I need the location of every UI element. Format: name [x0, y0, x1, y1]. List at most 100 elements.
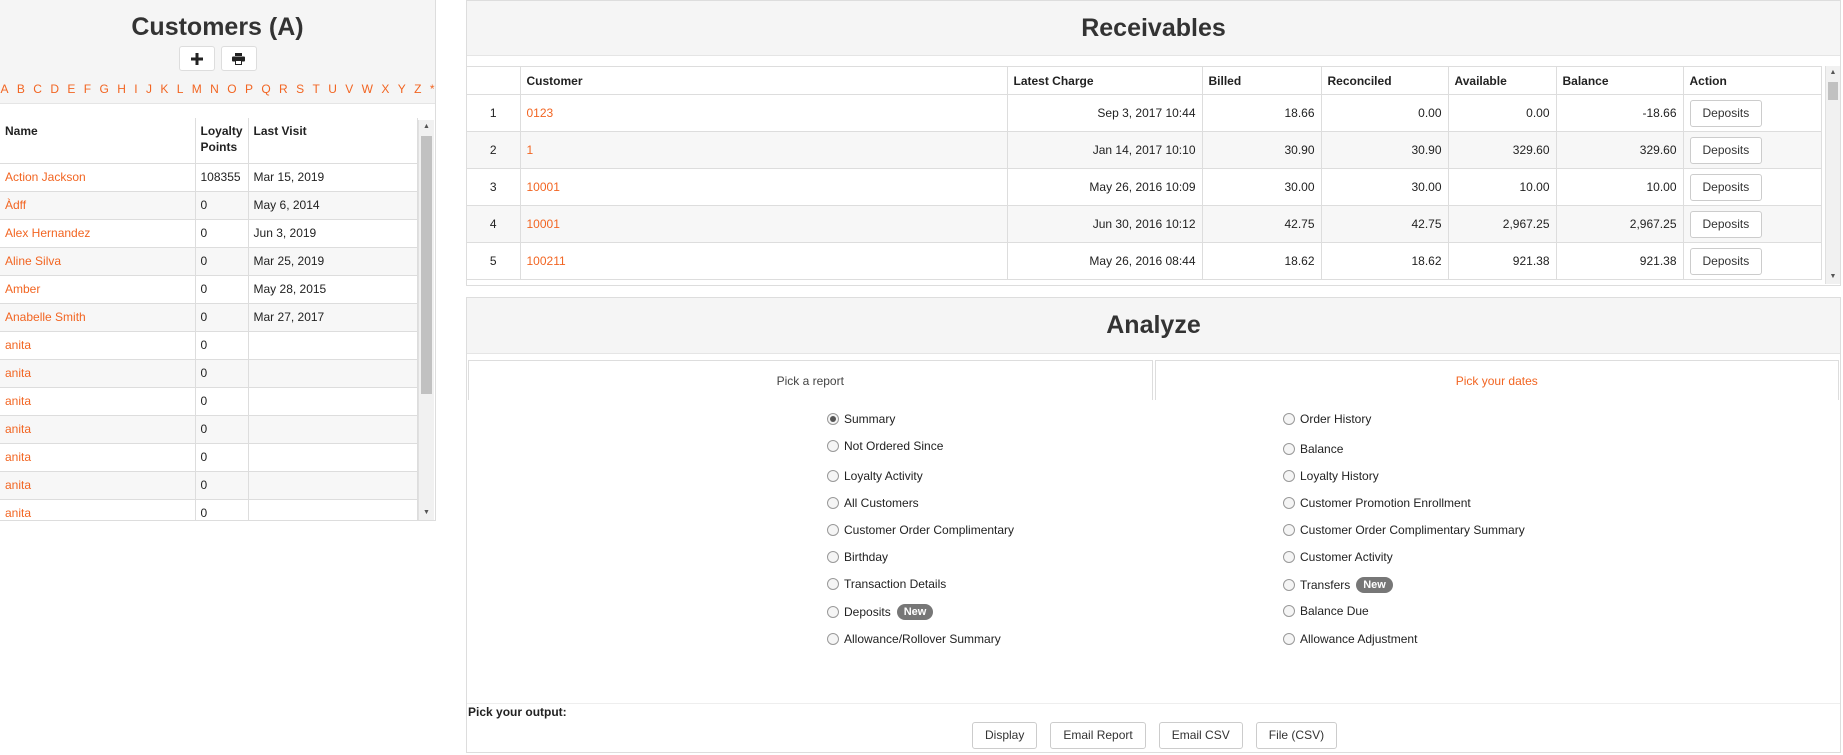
table-row[interactable]: anita 0: [0, 387, 418, 416]
report-option[interactable]: Balance Due: [1283, 604, 1369, 618]
report-option[interactable]: Summary: [827, 412, 895, 426]
alphabet-letter[interactable]: O: [223, 82, 241, 96]
alphabet-letter[interactable]: *: [426, 82, 439, 96]
report-option[interactable]: Allowance Adjustment: [1283, 632, 1417, 646]
alphabet-letter[interactable]: L: [173, 82, 188, 96]
customer-name-link[interactable]: Anabelle Smith: [0, 303, 196, 332]
radio-button[interactable]: [827, 470, 839, 482]
customer-link[interactable]: 0123: [520, 94, 1008, 132]
scroll-up-arrow-icon[interactable]: ▲: [419, 120, 434, 134]
alphabet-letter[interactable]: I: [130, 82, 142, 96]
deposits-button[interactable]: Deposits: [1689, 247, 1763, 275]
customer-name-link[interactable]: Àdff: [0, 191, 196, 220]
alphabet-letter[interactable]: U: [324, 82, 341, 96]
table-row[interactable]: anita 0: [0, 415, 418, 444]
table-row[interactable]: Action Jackson 108355 Mar 15, 2019: [0, 163, 418, 192]
column-header-last-visit[interactable]: Last Visit: [248, 118, 418, 164]
customer-name-link[interactable]: anita: [0, 359, 196, 388]
report-option[interactable]: Deposits New: [827, 604, 934, 620]
radio-button[interactable]: [1283, 605, 1295, 617]
alphabet-letter[interactable]: G: [95, 82, 113, 96]
display-button[interactable]: Display: [972, 722, 1038, 749]
customer-name-link[interactable]: Amber: [0, 275, 196, 304]
column-header-balance[interactable]: Balance: [1556, 66, 1684, 95]
alphabet-letter[interactable]: R: [275, 82, 292, 96]
radio-button[interactable]: [827, 551, 839, 563]
report-option[interactable]: Order History: [1283, 412, 1371, 426]
customer-name-link[interactable]: anita: [0, 331, 196, 360]
report-option[interactable]: Customer Activity: [1283, 550, 1393, 564]
table-row[interactable]: anita 0: [0, 499, 418, 520]
alphabet-letter[interactable]: P: [241, 82, 257, 96]
tab-pick-your-dates[interactable]: Pick your dates: [1154, 360, 1839, 400]
column-header-latest-charge[interactable]: Latest Charge: [1007, 66, 1203, 95]
report-option[interactable]: Balance: [1283, 442, 1343, 456]
radio-button[interactable]: [827, 578, 839, 590]
email-csv-button[interactable]: Email CSV: [1158, 722, 1243, 749]
report-option[interactable]: Customer Promotion Enrollment: [1283, 496, 1471, 510]
report-option[interactable]: Transaction Details: [827, 577, 946, 591]
customer-link[interactable]: 10001: [520, 168, 1008, 206]
report-option[interactable]: Loyalty History: [1283, 469, 1379, 483]
table-row[interactable]: Amber 0 May 28, 2015: [0, 275, 418, 304]
customer-link[interactable]: 10001: [520, 205, 1008, 243]
table-row[interactable]: anita 0: [0, 359, 418, 388]
customer-name-link[interactable]: anita: [0, 415, 196, 444]
table-row[interactable]: Anabelle Smith 0 Mar 27, 2017: [0, 303, 418, 332]
radio-button[interactable]: [1283, 633, 1295, 645]
alphabet-letter[interactable]: F: [80, 82, 96, 96]
deposits-button[interactable]: Deposits: [1689, 136, 1763, 164]
table-row[interactable]: anita 0: [0, 471, 418, 500]
scroll-down-arrow-icon[interactable]: ▼: [419, 506, 434, 520]
alphabet-letter[interactable]: M: [188, 82, 206, 96]
alphabet-letter[interactable]: K: [156, 82, 172, 96]
customer-link[interactable]: 100211: [520, 242, 1008, 280]
report-option[interactable]: Loyalty Activity: [827, 469, 923, 483]
print-customers-button[interactable]: [220, 46, 257, 71]
report-option[interactable]: All Customers: [827, 496, 919, 510]
alphabet-letter[interactable]: N: [206, 82, 223, 96]
table-row[interactable]: Alex Hernandez 0 Jun 3, 2019: [0, 219, 418, 248]
report-option[interactable]: Allowance/Rollover Summary: [827, 632, 1001, 646]
customer-name-link[interactable]: anita: [0, 471, 196, 500]
alphabet-letter[interactable]: A: [0, 82, 13, 96]
column-header-reconciled[interactable]: Reconciled: [1321, 66, 1449, 95]
report-option[interactable]: Customer Order Complimentary: [827, 523, 1014, 537]
column-header-billed[interactable]: Billed: [1202, 66, 1322, 95]
alphabet-letter[interactable]: C: [29, 82, 46, 96]
alphabet-letter[interactable]: Y: [394, 82, 410, 96]
radio-button[interactable]: [1283, 413, 1295, 425]
radio-button[interactable]: [827, 524, 839, 536]
radio-button[interactable]: [1283, 443, 1295, 455]
table-row[interactable]: Aline Silva 0 Mar 25, 2019: [0, 247, 418, 276]
table-row[interactable]: Àdff 0 May 6, 2014: [0, 191, 418, 220]
radio-button[interactable]: [1283, 524, 1295, 536]
customer-name-link[interactable]: Aline Silva: [0, 247, 196, 276]
report-option[interactable]: Birthday: [827, 550, 888, 564]
radio-button[interactable]: [1283, 497, 1295, 509]
alphabet-letter[interactable]: T: [308, 82, 324, 96]
receivables-scrollbar[interactable]: ▲ ▼: [1825, 66, 1840, 284]
email-report-button[interactable]: Email Report: [1050, 722, 1146, 749]
radio-button[interactable]: [827, 633, 839, 645]
radio-button[interactable]: [827, 497, 839, 509]
radio-button[interactable]: [827, 440, 839, 452]
table-row[interactable]: anita 0: [0, 331, 418, 360]
customers-scrollbar[interactable]: ▲ ▼: [418, 120, 434, 520]
alphabet-letter[interactable]: J: [142, 82, 156, 96]
alphabet-letter[interactable]: V: [341, 82, 357, 96]
deposits-button[interactable]: Deposits: [1689, 99, 1763, 127]
report-option[interactable]: Not Ordered Since: [827, 439, 943, 453]
radio-button[interactable]: [1283, 470, 1295, 482]
customer-name-link[interactable]: Alex Hernandez: [0, 219, 196, 248]
radio-button[interactable]: [827, 413, 839, 425]
alphabet-letter[interactable]: X: [377, 82, 393, 96]
alphabet-letter[interactable]: D: [46, 82, 63, 96]
alphabet-letter[interactable]: B: [13, 82, 29, 96]
scroll-down-arrow-icon[interactable]: ▼: [1826, 270, 1840, 284]
customer-name-link[interactable]: anita: [0, 443, 196, 472]
scroll-up-arrow-icon[interactable]: ▲: [1826, 66, 1840, 80]
alphabet-letter[interactable]: Q: [257, 82, 275, 96]
scrollbar-thumb[interactable]: [1828, 82, 1838, 100]
radio-button[interactable]: [1283, 579, 1295, 591]
